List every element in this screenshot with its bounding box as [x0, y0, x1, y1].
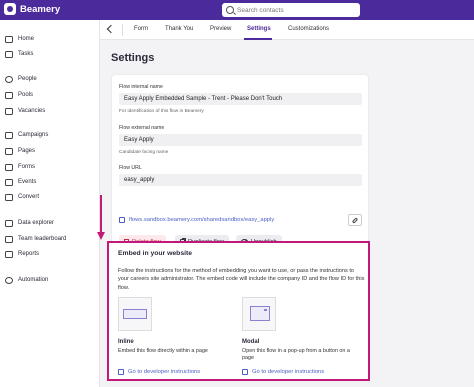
top-bar: Beamery — [0, 0, 474, 20]
brand-name: Beamery — [20, 3, 61, 15]
sidebar-item-vacancies[interactable]: Vacancies — [5, 106, 45, 116]
sidebar-item-label: Pages — [18, 148, 36, 154]
sidebar-item-label: Forms — [18, 164, 35, 170]
external-link-icon — [242, 369, 248, 375]
convert-icon — [5, 193, 13, 201]
inline-thumbnail[interactable] — [118, 297, 152, 331]
forms-icon — [5, 163, 13, 171]
pools-icon — [5, 91, 13, 99]
sidebar-item-label: Reports — [18, 251, 40, 257]
modal-dev-link[interactable]: Go to developer instructions — [252, 369, 324, 375]
modal-title: Modal — [242, 339, 260, 345]
sidebar-item-people[interactable]: People — [5, 74, 37, 84]
internal-name-field[interactable]: Easy Apply Embedded Sample - Trent - Ple… — [119, 93, 362, 105]
sidebar-item-tasks[interactable]: Tasks — [5, 49, 33, 59]
sidebar-item-label: Automation — [18, 277, 49, 283]
external-link-icon — [119, 217, 125, 223]
inline-dev-link[interactable]: Go to developer instructions — [128, 369, 200, 375]
link-icon — [351, 216, 359, 224]
tab-divider — [122, 24, 123, 36]
people-icon — [5, 75, 13, 83]
search-icon — [226, 6, 234, 14]
sidebar-item-automation[interactable]: Automation — [5, 275, 48, 285]
reports-icon — [5, 250, 13, 258]
tab-thank-you[interactable]: Thank You — [165, 26, 193, 32]
inline-preview-icon — [123, 309, 147, 319]
embed-description: Follow the instructions for the method o… — [118, 268, 365, 291]
flow-url-field[interactable]: easy_apply — [119, 174, 362, 186]
sidebar-item-label: People — [18, 76, 37, 82]
sidebar: Home Tasks People Pools Vacancies Campai… — [0, 20, 100, 387]
home-icon — [5, 35, 13, 43]
sidebar-item-label: Pools — [18, 92, 34, 98]
page-title: Settings — [111, 52, 155, 64]
external-name-label: Flow external name — [119, 125, 165, 131]
sidebar-item-home[interactable]: Home — [5, 34, 34, 44]
leaderboard-icon — [5, 235, 13, 243]
sidebar-item-label: Tasks — [18, 51, 34, 57]
flow-url-link[interactable]: flows.sandbox.beamery.com/sharedsandbox/… — [129, 217, 274, 223]
events-icon — [5, 178, 13, 186]
sidebar-item-label: Vacancies — [18, 108, 46, 114]
modal-close-icon — [264, 309, 267, 311]
modal-thumbnail[interactable] — [242, 297, 276, 331]
tab-bar: Form Thank You Preview Settings Customiz… — [100, 20, 474, 40]
inline-title: Inline — [118, 339, 134, 345]
pages-icon — [5, 147, 13, 155]
tab-preview[interactable]: Preview — [210, 26, 231, 32]
inline-description: Embed this flow directly within a page — [118, 348, 208, 354]
tab-form[interactable]: Form — [134, 26, 148, 32]
active-tab-indicator — [244, 38, 272, 40]
modal-description: Open this flow in a pop-up from a button… — [242, 348, 350, 362]
data-explorer-icon — [5, 219, 13, 227]
sidebar-item-campaigns[interactable]: Campaigns — [5, 130, 48, 140]
tab-customizations[interactable]: Customizations — [288, 26, 329, 32]
external-link-icon — [118, 369, 124, 375]
campaigns-icon — [5, 131, 13, 139]
sidebar-item-label: Events — [18, 179, 37, 185]
modal-dev-instructions[interactable]: Go to developer instructions — [242, 369, 324, 375]
sidebar-item-label: Home — [18, 36, 35, 42]
vacancies-icon — [5, 107, 13, 115]
chevron-left-icon[interactable] — [106, 24, 116, 34]
internal-name-label: Flow internal name — [119, 84, 163, 90]
external-name-help: Candidate facing name — [119, 150, 169, 155]
sidebar-item-label: Data explorer — [18, 220, 55, 226]
sidebar-item-events[interactable]: Events — [5, 177, 36, 187]
tab-settings[interactable]: Settings — [247, 26, 271, 32]
search-input[interactable] — [237, 6, 357, 14]
sidebar-item-convert[interactable]: Convert — [5, 192, 39, 202]
flow-link-row[interactable]: flows.sandbox.beamery.com/sharedsandbox/… — [119, 217, 274, 223]
sidebar-item-label: Convert — [18, 194, 40, 200]
annotation-arrow-head — [97, 232, 105, 240]
internal-name-help: For identification of this flow in Beame… — [119, 109, 204, 114]
tasks-icon — [5, 50, 13, 58]
sidebar-item-forms[interactable]: Forms — [5, 162, 35, 172]
sidebar-item-pages[interactable]: Pages — [5, 146, 35, 156]
sidebar-item-reports[interactable]: Reports — [5, 249, 39, 259]
sidebar-item-pools[interactable]: Pools — [5, 90, 33, 100]
flow-url-label: Flow URL — [119, 165, 142, 171]
sidebar-item-label: Team leaderboard — [18, 236, 67, 242]
sidebar-item-data-explorer[interactable]: Data explorer — [5, 218, 54, 228]
external-name-field[interactable]: Easy Apply — [119, 134, 362, 146]
brand[interactable]: Beamery — [4, 3, 60, 15]
sidebar-item-team-leaderboard[interactable]: Team leaderboard — [5, 234, 66, 244]
beamery-logo-icon — [4, 3, 16, 15]
automation-icon — [5, 276, 13, 284]
sidebar-item-label: Campaigns — [18, 132, 49, 138]
embed-title: Embed in your website — [118, 250, 193, 257]
embed-card: Embed in your website Follow the instruc… — [107, 241, 370, 381]
search-box[interactable] — [222, 3, 360, 17]
annotation-arrow — [100, 195, 102, 235]
modal-preview-icon — [250, 306, 270, 321]
copy-link-button[interactable] — [348, 214, 362, 226]
settings-card: Flow internal name Easy Apply Embedded S… — [111, 74, 369, 252]
inline-dev-instructions[interactable]: Go to developer instructions — [118, 369, 200, 375]
